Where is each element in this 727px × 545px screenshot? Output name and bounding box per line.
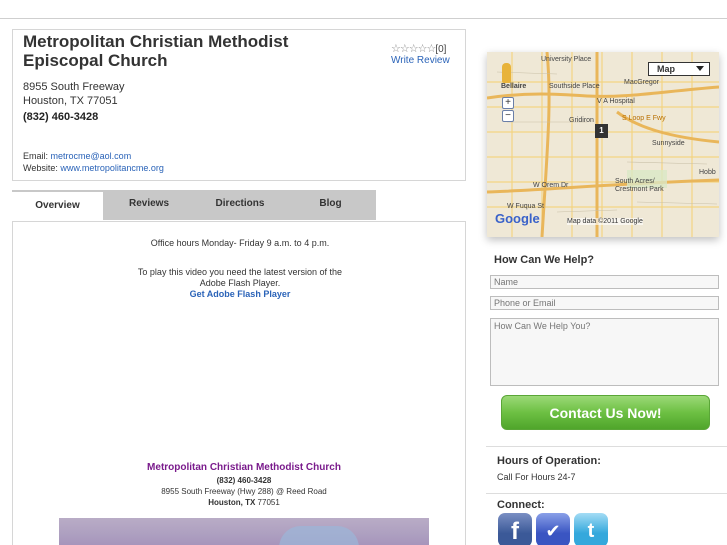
overview-panel: Office hours Monday- Friday 9 a.m. to 4 … bbox=[12, 221, 466, 545]
church-city: Houston, TX 77051 bbox=[208, 498, 280, 507]
email-label: Email: bbox=[23, 151, 49, 161]
map-type-select[interactable]: Map bbox=[648, 62, 710, 76]
section-divider bbox=[486, 446, 727, 447]
church-photo bbox=[59, 518, 429, 545]
map-label-bellaire: Bellaire bbox=[501, 83, 527, 90]
phone-number: (832) 460-3428 bbox=[23, 111, 99, 123]
listing-name: Metropolitan Christian Methodist Episcop… bbox=[23, 32, 289, 70]
flash-player-notice: To play this video you need the latest v… bbox=[13, 267, 467, 300]
flash-notice-line2: Adobe Flash Player. bbox=[199, 278, 281, 288]
section-divider bbox=[486, 493, 727, 494]
map-label-southside-place: Southside Place bbox=[549, 83, 600, 90]
message-field[interactable] bbox=[490, 318, 719, 386]
map-label-macgregor: MacGregor bbox=[624, 79, 660, 86]
zoom-in-button[interactable]: + bbox=[502, 97, 514, 109]
map-label-w-fuqua-st: W Fuqua St bbox=[507, 203, 544, 210]
hours-title: Hours of Operation: bbox=[497, 455, 601, 467]
map-label-va-hospital: V A Hospital bbox=[597, 98, 635, 105]
tab-directions[interactable]: Directions bbox=[195, 190, 285, 220]
email-link[interactable]: metrocme@aol.com bbox=[51, 151, 132, 161]
tab-blog[interactable]: Blog bbox=[289, 190, 372, 220]
church-phone: (832) 460-3428 bbox=[216, 476, 272, 485]
website-link[interactable]: www.metropolitancme.org bbox=[60, 163, 164, 173]
tab-reviews[interactable]: Reviews bbox=[107, 190, 191, 220]
twitter-icon[interactable]: t bbox=[574, 513, 608, 545]
map-widget[interactable]: + − Map University Place Bellaire Souths… bbox=[487, 52, 719, 237]
map-label-sunnyside: Sunnyside bbox=[652, 140, 685, 147]
chevron-down-icon bbox=[696, 66, 704, 71]
tab-bar: Overview Reviews Directions Blog bbox=[12, 190, 376, 222]
church-title: Metropolitan Christian Methodist Church bbox=[147, 462, 341, 473]
hours-text: Call For Hours 24-7 bbox=[497, 472, 576, 482]
church-address: 8955 South Freeway (Hwy 288) @ Reed Road bbox=[161, 487, 327, 496]
zoom-out-button[interactable]: − bbox=[502, 110, 514, 122]
tab-overview[interactable]: Overview bbox=[12, 190, 103, 222]
write-review-link[interactable]: Write Review bbox=[391, 55, 450, 66]
facebook-icon[interactable]: f bbox=[498, 513, 532, 545]
get-flash-link[interactable]: Get Adobe Flash Player bbox=[13, 289, 467, 300]
rating-stars[interactable]: ☆☆☆☆☆[0] bbox=[391, 42, 446, 55]
map-label-university-place: University Place bbox=[541, 56, 592, 63]
office-hours-text: Office hours Monday- Friday 9 a.m. to 4 … bbox=[150, 238, 330, 248]
name-field[interactable] bbox=[490, 275, 719, 289]
website-label: Website: bbox=[23, 163, 58, 173]
rating-count: [0] bbox=[435, 44, 447, 55]
website-row: Website: www.metropolitancme.org bbox=[23, 163, 164, 173]
map-label-gridiron: Gridiron bbox=[569, 117, 594, 124]
map-label-hobb: Hobb bbox=[699, 169, 716, 176]
google-logo: Google bbox=[495, 211, 540, 226]
map-label-w-orem-dr: W Orem Dr bbox=[533, 182, 569, 189]
map-label-south-acres: South Acres/ Crestmont Park bbox=[615, 178, 664, 193]
listing-card: Metropolitan Christian Methodist Episcop… bbox=[12, 29, 466, 181]
contact-us-button[interactable]: Contact Us Now! bbox=[501, 395, 710, 430]
star-rating-icon: ☆☆☆☆☆ bbox=[391, 43, 436, 55]
top-divider bbox=[0, 18, 727, 19]
map-attribution[interactable]: Map data ©2011 Google bbox=[567, 218, 643, 225]
address-line2: Houston, TX 77051 bbox=[23, 95, 118, 107]
location-marker-icon[interactable]: 1 bbox=[595, 124, 608, 138]
email-row: Email: metrocme@aol.com bbox=[23, 151, 131, 161]
map-label-s-loop-e-fwy: S Loop E Fwy bbox=[622, 115, 666, 122]
phone-email-field[interactable] bbox=[490, 296, 719, 310]
address-line1: 8955 South Freeway bbox=[23, 81, 125, 93]
flash-notice-line1: To play this video you need the latest v… bbox=[137, 267, 343, 277]
help-form-title: How Can We Help? bbox=[494, 254, 595, 266]
connect-title: Connect: bbox=[497, 499, 545, 511]
checkin-icon[interactable]: ✔ bbox=[536, 513, 570, 545]
street-view-pegman-icon[interactable] bbox=[502, 63, 511, 83]
